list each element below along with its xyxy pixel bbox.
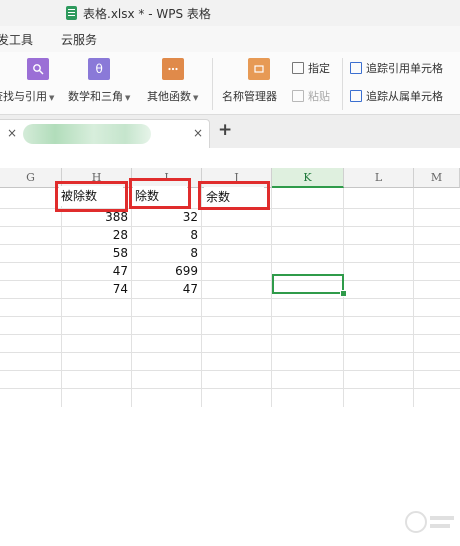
new-tab-plus-icon[interactable]: + xyxy=(218,120,232,140)
highlight-box xyxy=(129,178,191,209)
trace-precedents-icon xyxy=(350,62,362,74)
trace-dependents-icon xyxy=(350,90,362,102)
document-tab[interactable]: × × xyxy=(0,119,210,148)
chevron-down-icon: ▼ xyxy=(49,94,55,102)
formula-bar[interactable] xyxy=(0,148,460,169)
gridline xyxy=(0,370,460,371)
menu-cloud-service[interactable]: 云服务 xyxy=(55,31,103,48)
title-bar: 表格.xlsx * - WPS 表格 xyxy=(0,0,460,27)
cell-h-dividend[interactable]: 47 xyxy=(62,262,128,280)
trace-precedents-button[interactable]: 追踪引用单元格 xyxy=(350,60,443,76)
gridline xyxy=(0,352,460,353)
formula-ribbon: 查找与引用▼ θ 数学和三角▼ 其他函数▼ 名称管理器 指定 粘贴 追踪引用单元… xyxy=(0,52,460,115)
column-header-l[interactable]: L xyxy=(344,168,414,188)
other-functions-button[interactable]: 其他函数 ▼ xyxy=(147,58,198,104)
menu-bar: 发工具 云服务 xyxy=(0,26,460,52)
find-reference-button[interactable]: 查找与引用▼ xyxy=(0,58,54,104)
gridline xyxy=(0,388,460,389)
math-trig-label: 数学和三角 xyxy=(68,90,123,103)
name-manager-label: 名称管理器 xyxy=(222,90,277,103)
paste-name-button[interactable]: 粘贴 xyxy=(292,88,330,104)
column-header-m[interactable]: M xyxy=(414,168,460,188)
highlight-box xyxy=(55,181,128,212)
cell-h-dividend[interactable]: 58 xyxy=(62,244,128,262)
cell-i-divisor[interactable]: 47 xyxy=(132,280,198,298)
paste-icon xyxy=(292,90,304,102)
chevron-down-icon: ▼ xyxy=(193,94,199,102)
cell-i-divisor[interactable]: 8 xyxy=(132,244,198,262)
name-tag-icon xyxy=(247,58,270,80)
document-tab-bar: × × + xyxy=(0,115,460,149)
assign-label: 指定 xyxy=(308,62,330,75)
trace-precedents-label: 追踪引用单元格 xyxy=(366,62,443,75)
tab-title-redacted xyxy=(23,124,151,144)
highlight-box xyxy=(198,181,270,210)
assign-icon xyxy=(292,62,304,74)
gridline xyxy=(0,298,460,299)
chevron-down-icon: ▼ xyxy=(125,94,131,102)
paste-label: 粘贴 xyxy=(308,90,330,103)
name-manager-button[interactable]: 名称管理器 xyxy=(222,58,277,104)
ribbon-divider xyxy=(342,58,343,110)
menu-developer-tools[interactable]: 发工具 xyxy=(0,31,39,48)
column-header-k[interactable]: K xyxy=(272,168,344,188)
window-title: 表格.xlsx * - WPS 表格 xyxy=(83,6,211,21)
spreadsheet-grid[interactable]: G H I J K L M 388 32 28 8 58 8 47 699 74… xyxy=(0,148,460,533)
trace-dependents-button[interactable]: 追踪从属单元格 xyxy=(350,88,443,104)
tab-close-left-icon[interactable]: × xyxy=(7,126,17,140)
tab-close-icon[interactable]: × xyxy=(193,126,203,140)
gridline xyxy=(0,316,460,317)
selected-cell-k[interactable] xyxy=(272,274,344,294)
find-reference-label: 查找与引用 xyxy=(0,90,47,103)
cell-i-divisor[interactable]: 32 xyxy=(132,208,198,226)
assign-button[interactable]: 指定 xyxy=(292,60,330,76)
column-header-g[interactable]: G xyxy=(0,168,62,188)
theta-icon: θ xyxy=(88,58,111,80)
ribbon-divider xyxy=(212,58,213,110)
cell-h-dividend[interactable]: 74 xyxy=(62,280,128,298)
watermark-logo-icon xyxy=(405,511,454,533)
math-trig-button[interactable]: θ 数学和三角 ▼ xyxy=(68,58,130,104)
cell-i-divisor[interactable]: 8 xyxy=(132,226,198,244)
more-functions-icon xyxy=(161,58,184,80)
cell-h-dividend[interactable]: 28 xyxy=(62,226,128,244)
magnifier-icon xyxy=(27,58,50,80)
gridline xyxy=(0,334,460,335)
fill-handle[interactable] xyxy=(340,290,347,297)
window-title-group: 表格.xlsx * - WPS 表格 xyxy=(66,4,211,22)
cell-i-divisor[interactable]: 699 xyxy=(132,262,198,280)
trace-dependents-label: 追踪从属单元格 xyxy=(366,90,443,103)
other-functions-label: 其他函数 xyxy=(147,90,191,103)
spreadsheet-file-icon xyxy=(66,6,77,20)
